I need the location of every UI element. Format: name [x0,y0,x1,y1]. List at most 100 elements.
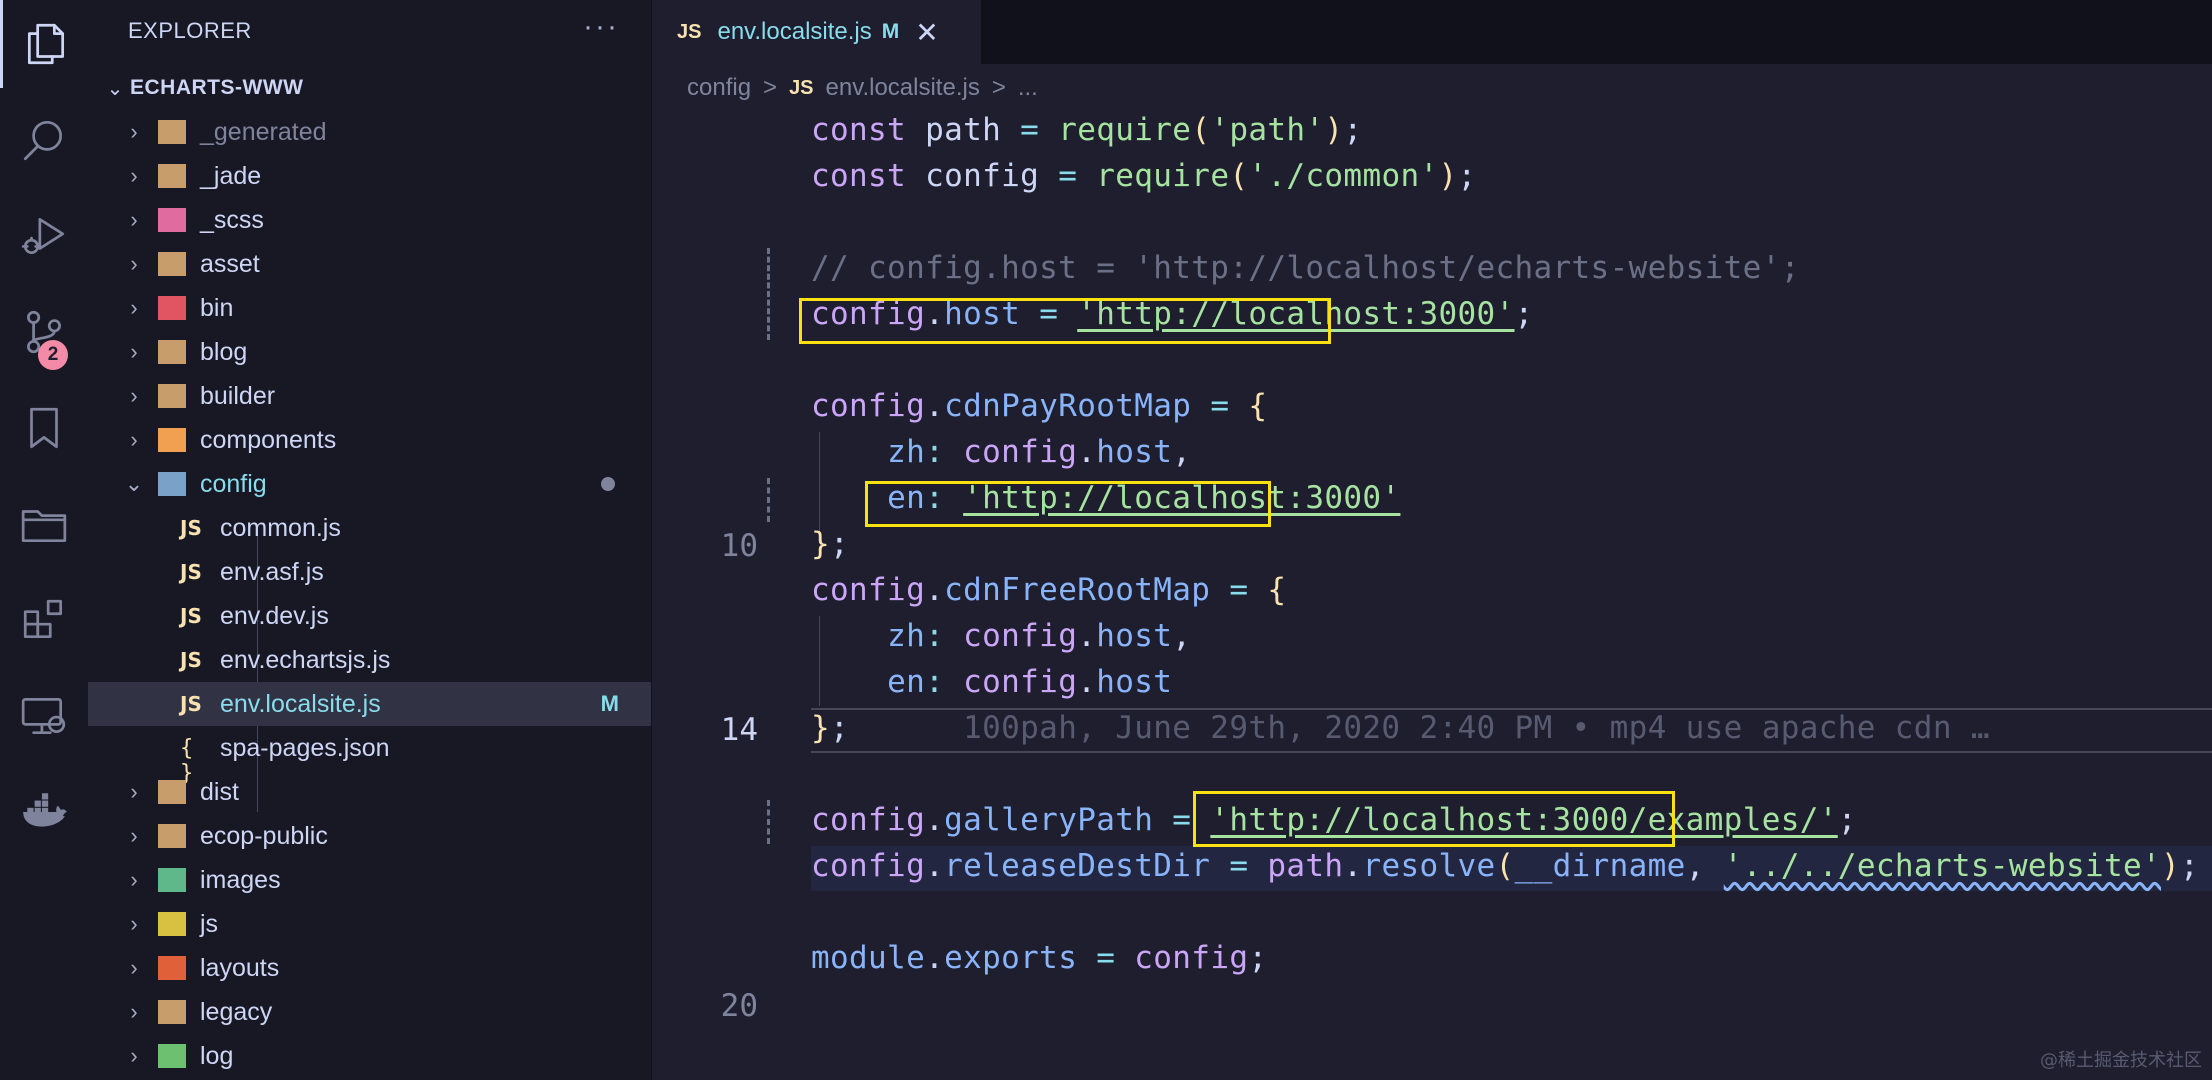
line-number: 10 [720,528,758,564]
js-file-icon: JS [180,692,202,716]
source-control-activity-button[interactable]: 2 [0,288,88,376]
tree-item-components[interactable]: › components [88,418,651,462]
bookmarks-activity-button[interactable] [0,384,88,472]
tab-env-localsite-js[interactable]: JS env.localsite.js M ✕ [653,0,981,64]
highlight-box-host [799,298,1331,344]
close-icon[interactable]: ✕ [915,16,938,49]
code-editor[interactable]: 10 14 20 const path = require('path'); c… [653,112,2212,1080]
tree-item-env-echartsjs-js[interactable]: JS env.echartsjs.js [88,638,651,682]
breadcrumb: config > JS env.localsite.js > ... [653,64,2212,112]
tree-item-label: _scss [200,205,264,234]
folder-icon [21,510,67,543]
highlight-box-gallery [1193,791,1675,847]
chevron-right-icon: › [130,119,138,144]
folder-icon [158,120,186,144]
tree-item-legacy[interactable]: › legacy [88,990,651,1034]
folder-icon [158,164,186,188]
string-literal: './common' [1248,158,1439,194]
tree-item-layouts[interactable]: › layouts [88,946,651,990]
js-file-icon: JS [789,76,814,99]
chevron-right-icon: › [130,867,138,892]
tree-item-builder[interactable]: › builder [88,374,651,418]
code-line: en: config.host [887,664,1173,700]
chevron-right-icon: › [130,779,138,804]
tree-item-label: spa-pages.json [220,733,390,762]
run-debug-activity-button[interactable] [0,192,88,280]
tree-item-log[interactable]: › log [88,1034,651,1078]
chevron-right-icon: › [130,1043,138,1068]
tree-item-scss[interactable]: › _scss [88,198,651,242]
folder-icon [158,824,186,848]
js-file-icon: JS [180,560,202,584]
tree-item-label: js [200,909,219,938]
chevron-right-icon: › [130,295,138,320]
js-file-icon: JS [677,20,702,43]
breadcrumb-symbol[interactable]: ... [1018,74,1038,102]
tree-item-bin[interactable]: › bin [88,286,651,330]
config-folder-icon [158,472,186,496]
tab-bar: JS env.localsite.js M ✕ [653,0,2212,64]
code-line: }; [811,526,850,562]
tree-item-label: config [200,469,267,498]
tree-item-label: legacy [200,997,273,1026]
project-header[interactable]: ⌄ ECHARTS-WWW [88,66,651,110]
code-line: }; 100pah, June 29th, 2020 2:40 PM • mp4… [811,710,1990,746]
tree-item-label: dist [200,777,239,806]
tree-item-blog[interactable]: › blog [88,330,651,374]
tree-item-generated[interactable]: › _generated [88,110,651,154]
docker-activity-button[interactable] [0,768,88,856]
chevron-right-icon: › [130,999,138,1024]
modified-dot [601,477,615,491]
tree-item-asset[interactable]: › asset [88,242,651,286]
line-number: 14 [720,712,758,748]
tree-item-spa-pages-json[interactable]: { } spa-pages.json [88,726,651,787]
extensions-activity-button[interactable] [0,576,88,664]
tree-item-label: _jade [200,161,262,190]
highlight-box-en [865,481,1271,527]
remote-explorer-activity-button[interactable] [0,672,88,760]
tree-item-env-localsite-js[interactable]: JS env.localsite.js M [88,682,651,726]
project-manager-activity-button[interactable] [0,480,88,568]
breadcrumb-separator: > [991,74,1006,101]
tree-item-ecop-public[interactable]: › ecop-public [88,814,651,858]
tree-item-env-dev-js[interactable]: JS env.dev.js [88,594,651,638]
tree-item-label: bin [200,293,234,322]
file-tree: › _generated › _jade › _scss › asset › bin › b… [88,110,651,1078]
string-literal: '../../echarts-website' [1723,848,2162,884]
code-line: zh: config.host, [887,618,1192,654]
folder-icon [158,340,186,364]
tree-item-label: env.dev.js [220,601,329,630]
code-line: config.cdnFreeRootMap = { [811,572,1287,608]
tree-item-js[interactable]: › js [88,902,651,946]
extensions-icon [23,599,63,639]
comment-line: // config.host = 'http://localhost/echar… [811,250,1800,286]
search-icon [23,120,63,161]
tree-item-label: env.localsite.js [220,689,381,718]
tree-item-label: _generated [200,117,327,146]
breadcrumb-folder[interactable]: config [687,74,751,102]
log-folder-icon [158,1044,186,1068]
source-control-badge: 2 [38,340,68,370]
chevron-right-icon: › [130,251,138,276]
line-number: 20 [720,988,758,1024]
explorer-panel: EXPLORER ··· ⌄ ECHARTS-WWW › _generated ›… [88,0,652,1080]
more-actions-button[interactable]: ··· [583,10,619,44]
tree-item-images[interactable]: › images [88,858,651,902]
project-name: ECHARTS-WWW [130,76,304,99]
layouts-folder-icon [158,956,186,980]
chevron-right-icon: › [130,911,138,936]
search-activity-button[interactable] [0,96,88,184]
tree-item-dist[interactable]: › dist [88,770,651,814]
tree-item-config[interactable]: ⌄ config [88,462,651,506]
components-folder-icon [158,428,186,452]
dist-folder-icon [158,780,186,804]
docker-icon [23,793,67,827]
breadcrumb-file[interactable]: env.localsite.js [826,74,980,102]
tree-item-label: layouts [200,953,280,982]
tree-item-jade[interactable]: › _jade [88,154,651,198]
files-icon [27,23,64,65]
tree-item-common-js[interactable]: JS common.js [88,506,651,550]
tree-item-env-asf-js[interactable]: JS env.asf.js [88,550,651,594]
chevron-down-icon: ⌄ [124,471,144,496]
explorer-activity-button[interactable] [0,0,88,88]
